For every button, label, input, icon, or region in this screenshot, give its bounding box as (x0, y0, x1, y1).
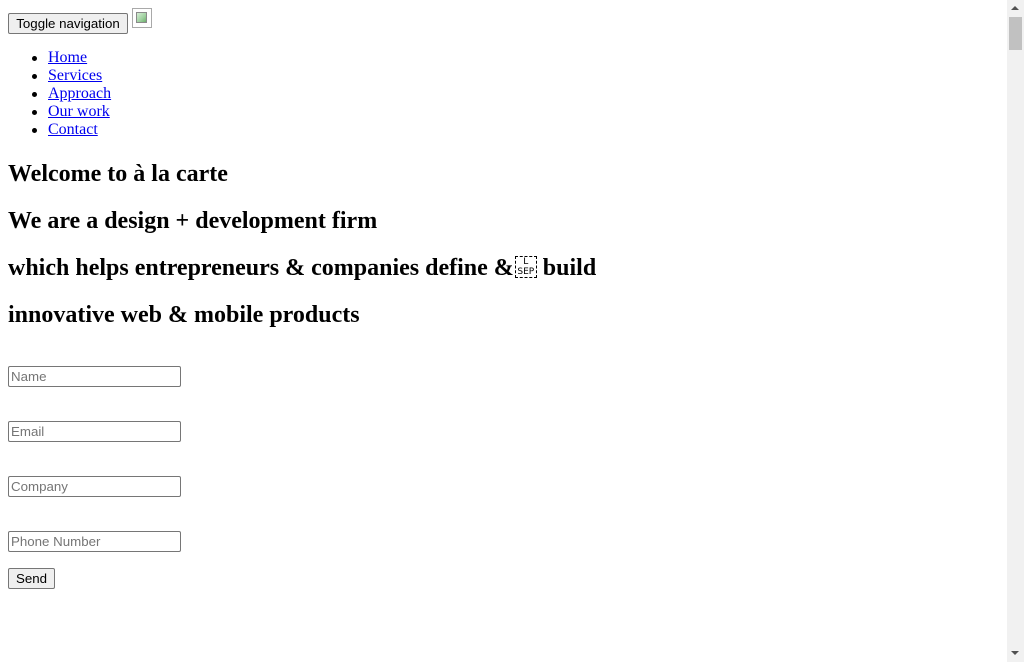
nav-item-services: Services (31, 67, 111, 85)
nav-item-approach: Approach (31, 85, 111, 103)
hero-heading-welcome: Welcome to à la carte (8, 161, 228, 187)
broken-image-icon (132, 8, 152, 28)
scroll-down-arrow-icon[interactable] (1007, 645, 1024, 662)
hero-heading-products: innovative web & mobile products (8, 302, 360, 328)
line-separator-glyph: L SEP (514, 256, 537, 278)
nav-link-services[interactable]: Services (48, 67, 102, 84)
image-placeholder-icon (136, 12, 147, 23)
nav-link-approach[interactable]: Approach (48, 85, 111, 102)
page: Toggle navigation Home Services Approach… (0, 0, 1007, 662)
nav-item-home: Home (31, 49, 111, 67)
sep-glyph-bottom: SEP (517, 267, 535, 277)
main-nav: Home Services Approach Our work Contact (0, 49, 111, 139)
nav-link-contact[interactable]: Contact (48, 121, 98, 138)
hero-build-text: build (536, 255, 597, 281)
hero-heading-helps: which helps entrepreneurs & companies de… (8, 254, 596, 282)
scrollbar-thumb[interactable] (1009, 17, 1022, 50)
nav-link-home[interactable]: Home (48, 49, 87, 66)
hero-helps-text: which helps entrepreneurs & companies de… (8, 255, 514, 281)
sep-glyph-top: L (523, 257, 529, 267)
phone-number-input[interactable] (8, 531, 181, 552)
nav-item-contact: Contact (31, 121, 111, 139)
scroll-up-arrow-icon[interactable] (1007, 0, 1024, 17)
email-input[interactable] (8, 421, 181, 442)
send-button[interactable]: Send (8, 568, 55, 589)
nav-item-our-work: Our work (31, 103, 111, 121)
name-input[interactable] (8, 366, 181, 387)
vertical-scrollbar[interactable] (1007, 0, 1024, 662)
nav-link-our-work[interactable]: Our work (48, 103, 110, 120)
toggle-navigation-button[interactable]: Toggle navigation (8, 13, 128, 34)
hero-heading-firm: We are a design + development firm (8, 208, 378, 234)
company-input[interactable] (8, 476, 181, 497)
